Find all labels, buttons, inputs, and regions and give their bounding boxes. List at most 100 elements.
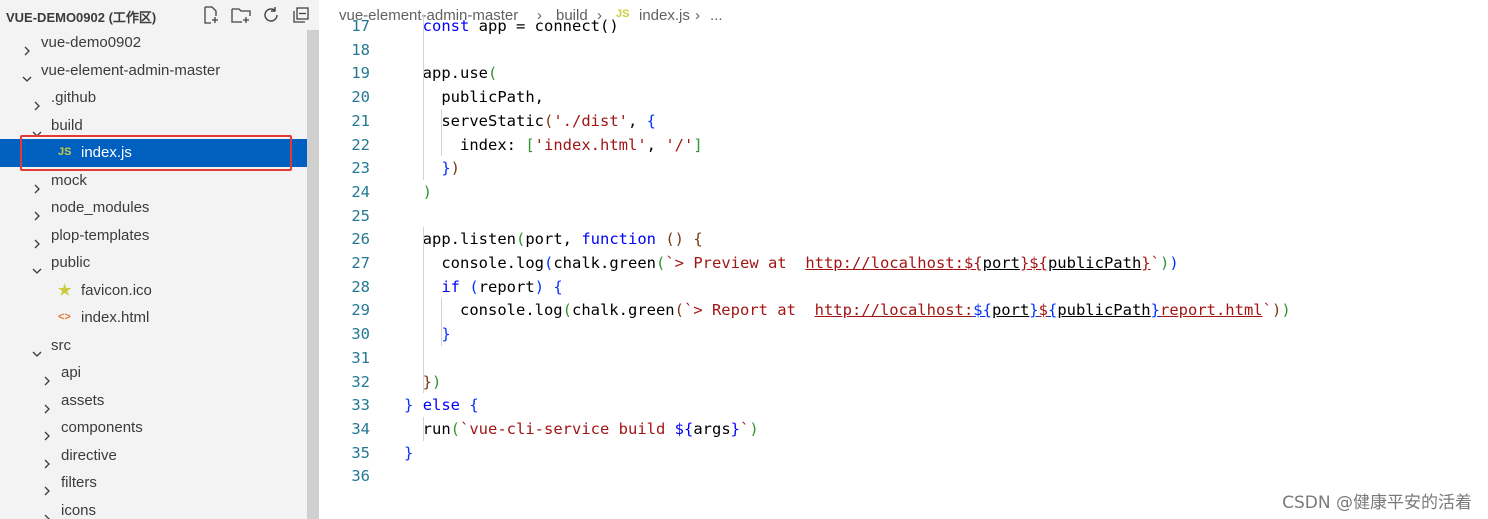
code-token: `> Report at [683,301,815,320]
code-token: ) [534,277,545,296]
chevron-right-icon[interactable] [32,93,42,111]
code-editor[interactable]: vue-element-admin-master › build › JS in… [319,0,1488,519]
code-token: const [422,17,470,35]
code-token: { [469,396,479,415]
chevron-down-icon[interactable] [32,258,42,274]
tree-item[interactable]: src [0,332,319,360]
code-token: ${ [674,419,694,438]
code-line[interactable]: 27 console.log(chalk.green(`> Preview at… [319,251,1488,275]
tree-item[interactable]: components [0,414,319,442]
tree-item[interactable]: build [0,112,319,140]
tree-item[interactable]: icons [0,497,319,519]
chevron-right-icon[interactable] [42,423,52,441]
workspace-title: VUE-DEMO0902 (工作区) [6,10,157,25]
code-token: , [627,111,647,130]
tree-item[interactable]: plop-templates [0,222,319,250]
tree-item-label: filters [61,474,97,491]
chevron-down-icon[interactable] [22,66,32,82]
tree-item[interactable]: mock [0,167,319,195]
chevron-right-icon[interactable] [42,506,52,519]
code-token: publicPath [1047,254,1142,272]
tree-item[interactable]: assets [0,387,319,415]
chevron-right-icon[interactable] [42,478,52,496]
code-line[interactable]: 31 [319,346,1488,370]
chevron-right-icon[interactable] [32,231,42,248]
tree-item[interactable]: <> index.html [0,304,319,332]
line-number: 26 [351,230,370,249]
code-token: port [982,254,1020,272]
code-line[interactable]: 36 [319,464,1488,488]
code-text: console.log(chalk.green(`> Preview at ht… [404,251,1178,275]
new-file-icon[interactable] [200,4,222,26]
code-line[interactable]: 26 app.listen(port, function () { [319,227,1488,251]
code-line[interactable]: 20 publicPath, [319,85,1488,109]
code-token: ) [749,419,759,438]
collapse-all-icon[interactable] [290,4,312,26]
code-line[interactable]: 22 index: ['index.html', '/'] [319,133,1488,157]
code-line[interactable]: 34 run(`vue-cli-service build ${args}`) [319,417,1488,441]
tree-item[interactable]: node_modules [0,194,319,222]
tree-item-label: favicon.ico [81,281,152,299]
chevron-right-icon[interactable] [42,368,52,386]
watermark: CSDN @健康平安的活着 [1282,493,1472,513]
tree-item-label: vue-element-admin-master [41,61,221,79]
code-token: ` [1262,301,1272,320]
tree-item[interactable]: vue-element-admin-master [0,57,319,85]
code-token: serveStatic [404,111,544,130]
code-token: function [581,230,656,249]
code-token: http://localhost: [814,301,974,320]
line-number: 18 [351,40,370,59]
code-token: ) [432,372,442,391]
tree-item[interactable]: ★ favicon.ico [0,277,319,305]
code-line[interactable]: 35} [319,441,1488,465]
tree-item[interactable]: filters [0,469,319,497]
code-line[interactable]: 30 } [319,322,1488,346]
tree-item[interactable]: api [0,359,319,387]
code-line[interactable]: 32 }) [319,370,1488,394]
code-token: { [693,230,703,249]
chevron-right-icon[interactable] [42,396,52,413]
indent-guide [422,14,424,180]
refresh-icon[interactable] [260,4,282,26]
line-number: 23 [351,159,370,178]
chevron-down-icon[interactable] [32,121,42,137]
tree-item[interactable]: JS index.js [0,139,319,167]
code-line[interactable]: 17 const app = connect() [319,14,1488,38]
new-folder-icon[interactable] [230,4,252,26]
tree-item[interactable]: public [0,249,319,277]
code-token: report [478,277,535,296]
tree-item[interactable]: .github [0,84,319,112]
code-line[interactable]: 25 [319,204,1488,228]
tree-item[interactable]: vue-demo0902 [0,29,319,57]
code-token: chalk.green [571,301,675,320]
code-token: args [693,419,731,438]
code-text: const app = connect() [404,14,619,38]
code-token: console.log [404,254,544,272]
code-line[interactable]: 19 app.use( [319,61,1488,85]
code-token: console.log [404,301,563,320]
line-number: 36 [351,467,370,486]
code-token: ) [1281,301,1291,320]
tree-item-label: index.js [81,144,132,161]
code-text: } [404,322,451,346]
code-line[interactable]: 23 }) [319,156,1488,180]
tree-item[interactable]: directive [0,442,319,470]
code-token: } [1029,301,1039,320]
code-line[interactable]: 21 serveStatic('./dist', { [319,109,1488,133]
chevron-right-icon[interactable] [32,203,42,221]
chevron-right-icon[interactable] [42,451,52,468]
code-line[interactable]: 33} else { [319,393,1488,417]
indent-guide [422,227,424,394]
code-token: $ [1038,301,1048,320]
code-line[interactable]: 18 [319,38,1488,62]
code-token: } [422,372,433,391]
code-token: } [441,325,451,344]
chevron-right-icon[interactable] [32,176,42,193]
code-line[interactable]: 24 ) [319,180,1488,204]
chevron-down-icon[interactable] [32,341,42,357]
chevron-right-icon[interactable] [22,38,32,56]
code-line[interactable]: 29 console.log(chalk.green(`> Report at … [319,298,1488,322]
code-line[interactable]: 28 if (report) { [319,275,1488,299]
